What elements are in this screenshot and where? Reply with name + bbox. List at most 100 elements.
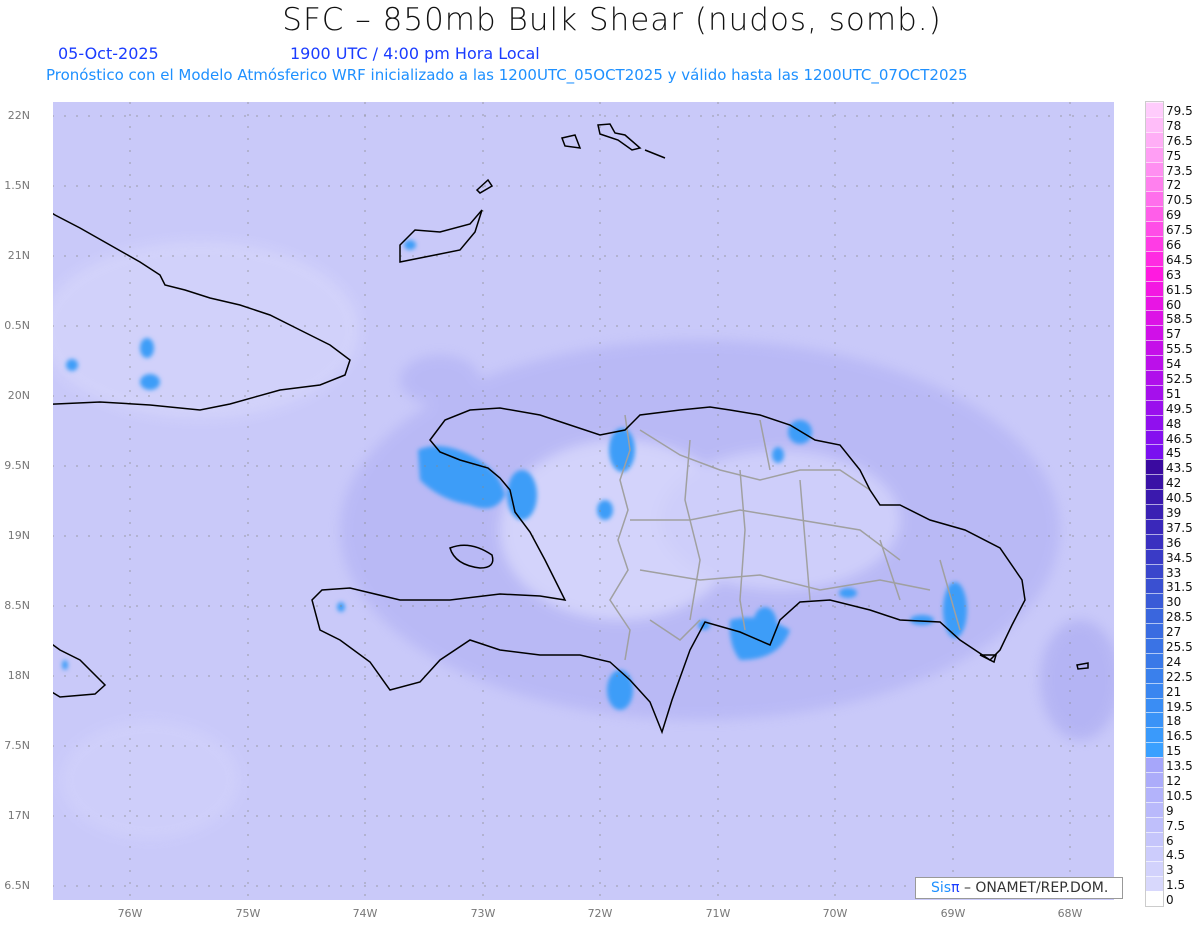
colorbar-cell [1146,846,1163,862]
colorbar-cell [1146,578,1163,594]
colorbar-label: 66 [1166,238,1182,252]
colorbar-label: 63 [1166,267,1182,282]
colorbar-label: 22.5 [1166,669,1193,684]
colorbar-cell [1146,206,1163,222]
colorbar-label: 49.5 [1166,401,1193,416]
colorbar-label: 61.5 [1166,282,1193,297]
colorbar-label: 55.5 [1166,342,1193,357]
y-label: 9.5N [4,459,30,472]
colorbar-label: 60 [1166,297,1182,312]
colorbar-cell [1146,474,1163,490]
colorbar-label: 42 [1166,476,1182,491]
colorbar-cell [1146,370,1163,385]
colorbar-label: 52.5 [1166,372,1193,386]
x-label: 76W [117,907,143,920]
colorbar-label: 6 [1166,833,1174,848]
x-label: 75W [235,907,261,920]
colorbar-label: 48 [1166,416,1182,431]
colorbar-label: 36 [1166,535,1182,550]
colorbar-label: 24 [1166,654,1182,669]
y-label: 19N [7,529,30,542]
colorbar-cell [1146,131,1163,147]
colorbar-cell [1146,221,1163,236]
colorbar-cell [1146,504,1163,519]
colorbar [1145,101,1164,907]
colorbar-label: 76.5 [1166,133,1193,148]
x-label: 74W [352,907,378,920]
colorbar-cell [1146,444,1163,460]
colorbar-label: 1.5 [1166,878,1186,893]
colorbar-cell [1146,786,1163,802]
colorbar-label: 54 [1166,357,1182,372]
y-label: 0.5N [4,319,30,332]
colorbar-label: 10.5 [1166,788,1193,803]
y-label: 17N [7,809,30,822]
colorbar-cell [1146,146,1163,162]
colorbar-label: 79.5 [1166,104,1193,118]
colorbar-cell [1146,667,1163,683]
colorbar-label: 43.5 [1166,461,1193,476]
colorbar-cell [1146,102,1163,117]
colorbar-label: 15 [1166,744,1182,759]
colorbar-label: 13.5 [1166,759,1193,774]
colorbar-cell [1146,801,1163,817]
colorbar-label: 27 [1166,625,1182,640]
colorbar-cell [1146,638,1163,653]
colorbar-label: 18 [1166,714,1182,729]
colorbar-cell [1146,236,1163,251]
x-label: 73W [470,907,496,920]
colorbar-cell [1146,489,1163,504]
colorbar-cell [1146,191,1163,207]
colorbar-label: 70.5 [1166,193,1193,208]
logo-pi: π [951,880,960,896]
y-label: 22N [7,109,30,122]
colorbar-label: 12 [1166,774,1182,788]
colorbar-cell [1146,355,1163,370]
colorbar-label: 51 [1166,386,1182,401]
colorbar-cell [1146,414,1163,430]
colorbar-label: 25.5 [1166,640,1193,654]
colorbar-cell [1146,295,1163,311]
y-label: 7.5N [4,739,30,752]
shear-map [53,102,1114,900]
x-label: 69W [940,907,966,920]
onamet-logo: Sisπ – ONAMET/REP.DOM. [915,877,1123,899]
colorbar-label: 73.5 [1166,163,1193,178]
colorbar-cell [1146,831,1163,847]
colorbar-cell [1146,280,1163,296]
colorbar-label: 75 [1166,148,1182,163]
colorbar-cell [1146,712,1163,728]
colorbar-cell [1146,742,1163,758]
colorbar-cell [1146,652,1163,668]
colorbar-cell [1146,727,1163,743]
y-label: 1.5N [4,179,30,192]
colorbar-cell [1146,340,1163,356]
colorbar-label: 69 [1166,208,1182,223]
colorbar-cell [1146,563,1163,579]
colorbar-label: 3 [1166,863,1174,878]
colorbar-cell [1146,533,1163,549]
colorbar-label: 72 [1166,178,1182,193]
colorbar-label: 67.5 [1166,223,1193,238]
colorbar-cell [1146,116,1163,132]
colorbar-cell [1146,861,1163,877]
colorbar-cell [1146,593,1163,609]
colorbar-label: 31.5 [1166,580,1193,595]
y-label: 8.5N [4,599,30,612]
y-label: 18N [7,669,30,682]
colorbar-cell [1146,429,1163,445]
colorbar-label: 64.5 [1166,252,1193,267]
colorbar-cell [1146,250,1163,266]
colorbar-cell [1146,876,1163,892]
colorbar-label: 30 [1166,595,1182,610]
colorbar-label: 57 [1166,327,1182,342]
y-label: 21N [7,249,30,262]
colorbar-label: 7.5 [1166,818,1186,833]
colorbar-cell [1146,548,1163,564]
colorbar-cell [1146,459,1163,475]
colorbar-label: 21 [1166,684,1182,699]
colorbar-label: 0 [1166,893,1174,908]
colorbar-label: 4.5 [1166,848,1186,863]
colorbar-label: 19.5 [1166,699,1193,714]
colorbar-label: 37.5 [1166,520,1193,535]
